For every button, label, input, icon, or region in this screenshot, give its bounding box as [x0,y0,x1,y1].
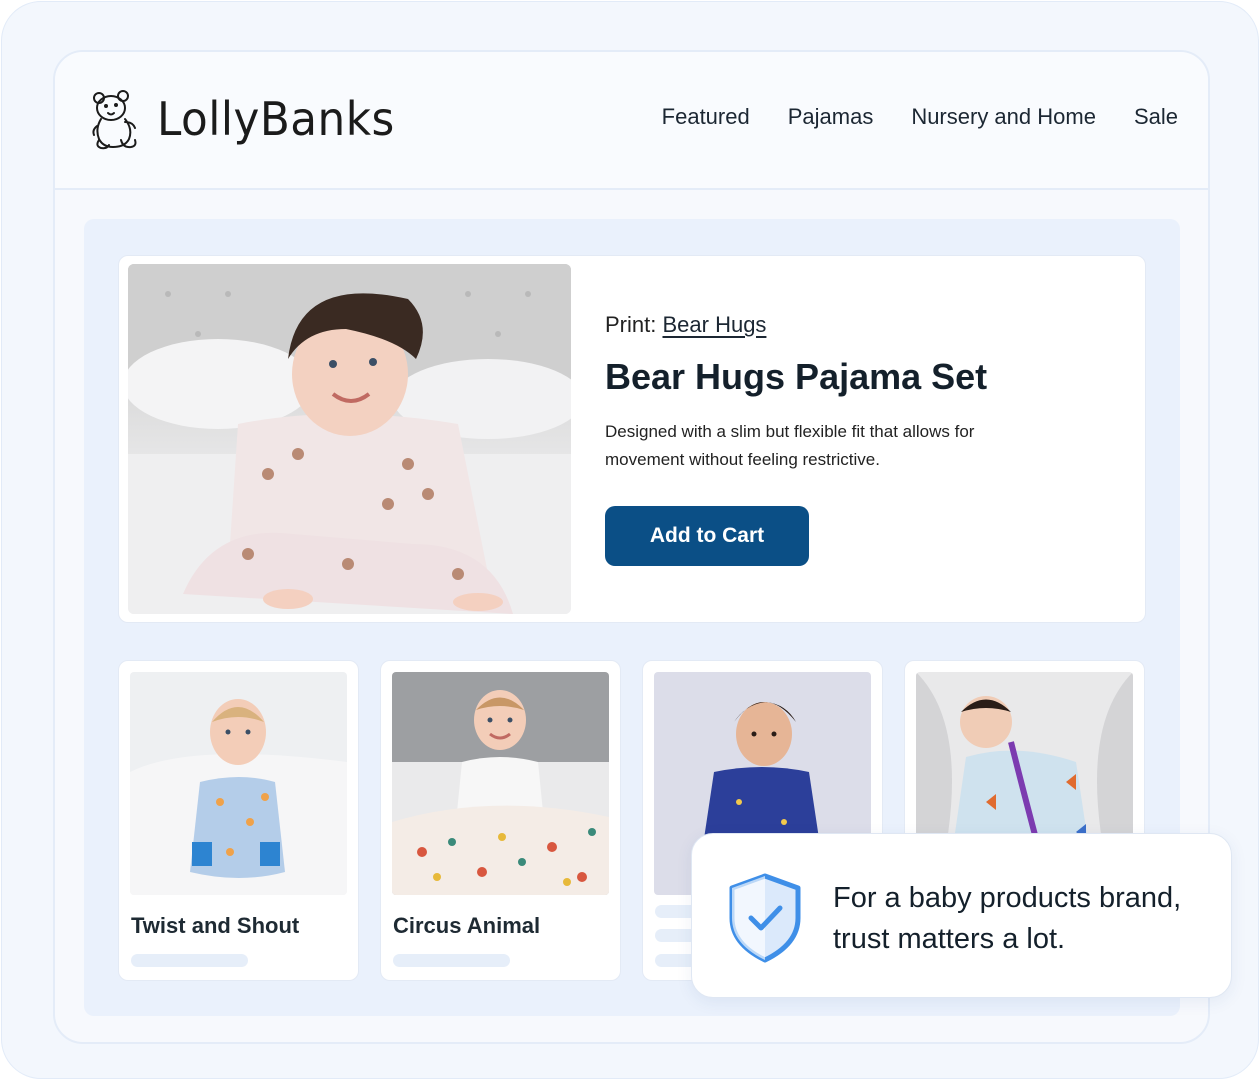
baby-with-circus-blanket-photo [392,672,609,895]
trust-callout: For a baby products brand, trust matters… [691,833,1232,998]
product-title: Twist and Shout [131,913,300,938]
brand-name: LollyBanks [157,92,395,146]
brand-logo[interactable]: LollyBanks [91,88,407,150]
child-in-bear-pajamas-photo [128,264,571,614]
baby-in-blue-romper-photo [130,672,347,895]
hero-product-image[interactable] [128,264,571,614]
trust-callout-text: For a baby products brand, trust matters… [833,882,1182,955]
main-nav: Featured Pajamas Nursery and Home Sale [662,104,1178,130]
shield-check-icon [729,873,801,963]
product-card-twist-and-shout[interactable]: Twist and Shout [118,660,359,981]
product-image [130,672,347,895]
nav-item-nursery-and-home[interactable]: Nursery and Home [911,104,1096,130]
nav-item-featured[interactable]: Featured [662,104,750,130]
product-image [392,672,609,895]
print-link[interactable]: Bear Hugs [662,312,766,337]
product-card-circus-animal[interactable]: Circus Animal [380,660,621,981]
teddy-bear-icon [92,90,137,150]
nav-item-pajamas[interactable]: Pajamas [788,104,874,130]
placeholder-bar [131,954,248,967]
site-header: LollyBanks Featured Pajamas Nursery and … [55,52,1208,190]
product-title: Bear Hugs Pajama Set [605,356,988,397]
product-description: Designed with a slim but flexible fit th… [605,422,975,469]
print-label: Print: [605,312,657,337]
placeholder-bar [393,954,510,967]
product-title: Circus Animal [393,913,541,938]
print-line: Print: Bear Hugs [605,312,1085,338]
add-to-cart-button[interactable]: Add to Cart [605,506,809,566]
nav-item-sale[interactable]: Sale [1134,104,1178,130]
featured-product: Print: Bear Hugs Bear Hugs Pajama Set De… [118,255,1146,623]
hero-info: Print: Bear Hugs Bear Hugs Pajama Set De… [605,312,1085,566]
